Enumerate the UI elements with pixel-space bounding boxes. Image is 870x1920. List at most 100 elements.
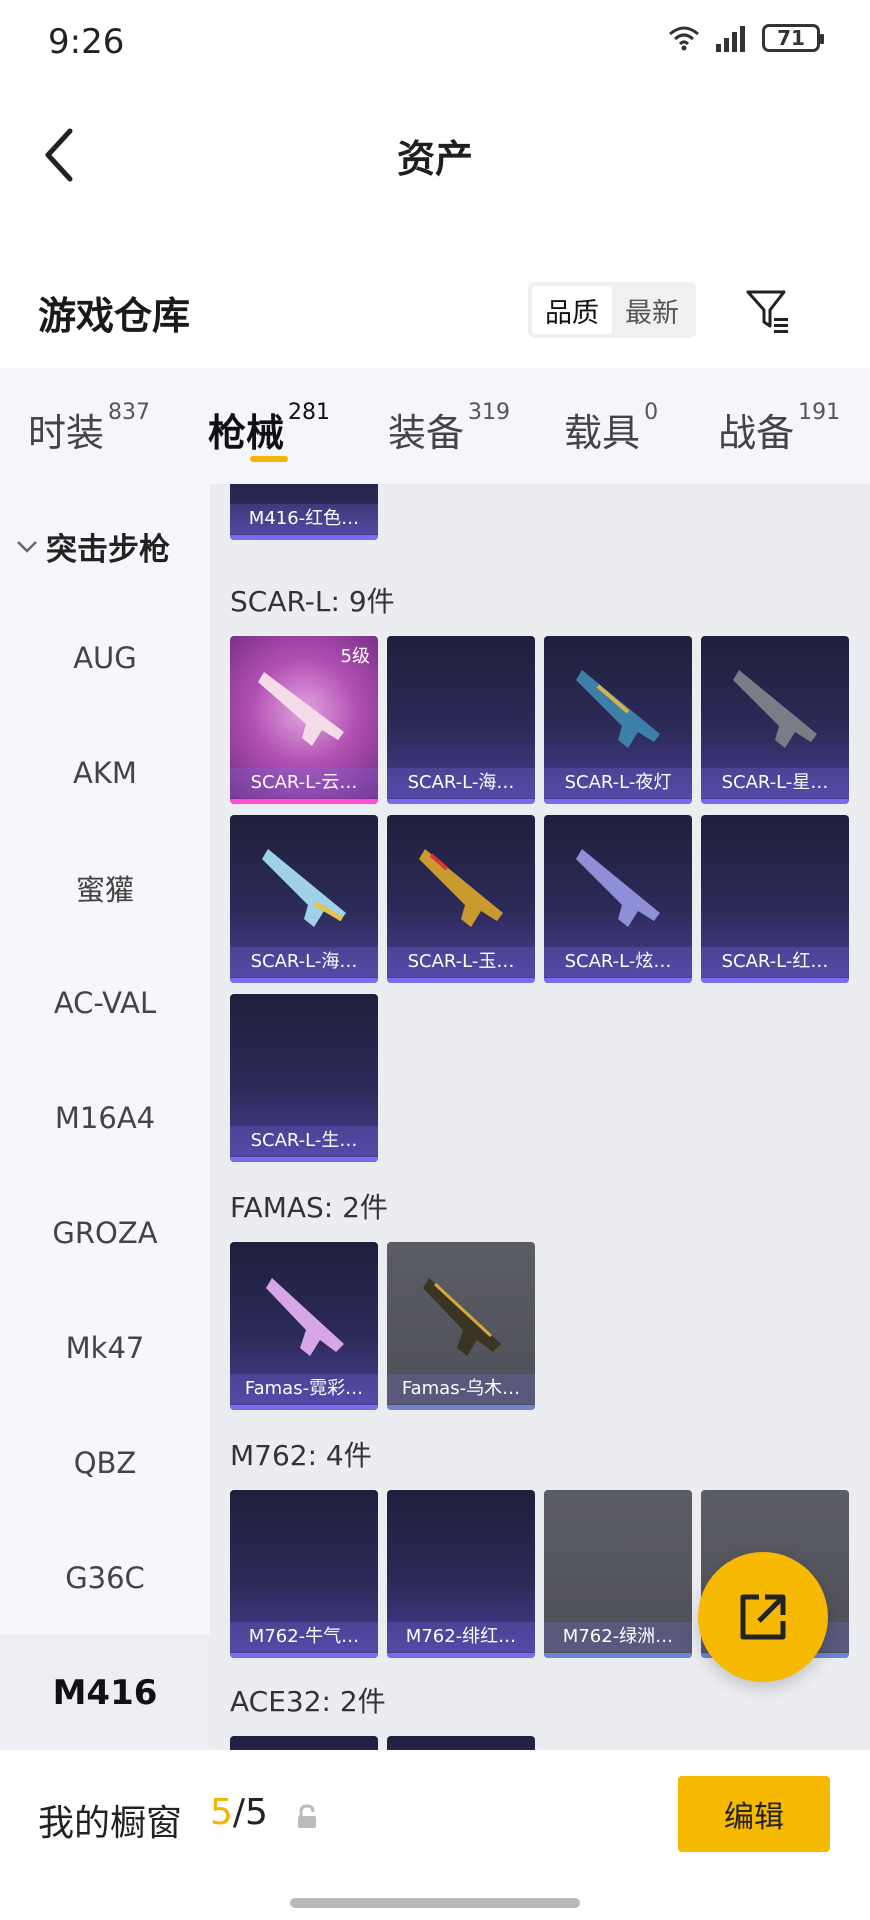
weapon-card-name: M762-绯红… [387, 1622, 535, 1652]
sidebar-item-qbz[interactable]: QBZ [0, 1405, 210, 1520]
weapon-card[interactable]: SCAR-L-玉… [387, 815, 535, 983]
weapon-card[interactable] [230, 1736, 378, 1750]
rifle-icon [576, 849, 660, 927]
tab-equipment[interactable]: 装备 319 [388, 368, 510, 484]
sort-option-latest[interactable]: 最新 [612, 286, 692, 334]
sidebar-item-groza[interactable]: GROZA [0, 1175, 210, 1290]
tab-count: 281 [288, 400, 331, 425]
header: 资产 [0, 100, 870, 210]
weapon-card[interactable]: SCAR-L-星… [701, 636, 849, 804]
tab-supplies[interactable]: 战备 191 [718, 368, 840, 484]
weapon-card-name: SCAR-L-炫… [544, 947, 692, 977]
status-bar: 9:26 71 [0, 0, 870, 90]
sidebar-item-honey-badger[interactable]: 蜜獾 [0, 830, 210, 945]
weapon-card-name: SCAR-L-星… [701, 768, 849, 798]
home-indicator[interactable] [290, 1898, 580, 1908]
sort-option-quality[interactable]: 品质 [532, 286, 612, 334]
weapon-card[interactable]: SCAR-L-生… [230, 994, 378, 1162]
tab-count: 191 [798, 400, 841, 425]
weapon-card-name: M416-红色… [230, 504, 378, 534]
tab-label: 战备 [718, 411, 795, 455]
weapon-card[interactable]: M762-牛气… [230, 1490, 378, 1658]
weapon-card[interactable]: Famas-乌木… [387, 1242, 535, 1410]
page-title: 资产 [396, 137, 473, 181]
category-tabs: 时装 837 枪械 281 装备 319 载具 0 战备 191 [0, 368, 870, 484]
wifi-icon [669, 26, 699, 51]
tab-firearms[interactable]: 枪械 281 [208, 368, 330, 484]
weapon-card-name: SCAR-L-玉… [387, 947, 535, 977]
sidebar-item-mk47[interactable]: Mk47 [0, 1290, 210, 1405]
sidebar-item-aug[interactable]: AUG [0, 600, 210, 715]
tab-fashion[interactable]: 时装 837 [28, 368, 150, 484]
weapon-card-name: Famas-霓彩… [230, 1374, 378, 1404]
group-title-famas: FAMAS: 2件 [230, 1191, 388, 1224]
weapon-card[interactable]: SCAR-L-海… [230, 815, 378, 983]
rifle-icon [266, 1278, 344, 1356]
tab-label: 时装 [28, 411, 105, 455]
sidebar-group-label: 突击步枪 [46, 532, 170, 568]
showcase-count-max: 5 [245, 1792, 268, 1833]
group-title-m762: M762: 4件 [230, 1439, 372, 1472]
sidebar-item-g36c[interactable]: G36C [0, 1520, 210, 1635]
rifle-icon [419, 849, 503, 927]
weapon-sidebar: 突击步枪 AUG AKM 蜜獾 AC-VAL M16A4 GROZA Mk47 … [0, 484, 210, 1750]
section-title: 游戏仓库 [38, 294, 191, 338]
weapon-card[interactable]: SCAR-L-炫… [544, 815, 692, 983]
sidebar-item-akm[interactable]: AKM [0, 715, 210, 830]
sidebar-item-m16a4[interactable]: M16A4 [0, 1060, 210, 1175]
edit-button[interactable]: 编辑 [678, 1776, 830, 1852]
tab-count: 319 [468, 400, 511, 425]
sort-toggle: 品质 最新 [528, 282, 696, 338]
filter-icon [746, 290, 788, 333]
tab-active-indicator [250, 456, 289, 462]
showcase-label: 我的橱窗 [38, 1803, 183, 1844]
weapon-card-name: M762-牛气… [230, 1622, 378, 1652]
rifle-icon [576, 670, 660, 748]
signal-icon [716, 26, 745, 52]
share-icon [740, 1594, 786, 1640]
sidebar-item-ac-val[interactable]: AC-VAL [0, 945, 210, 1060]
weapon-card[interactable]: M416-红色… [230, 484, 378, 540]
weapon-card-name: SCAR-L-夜灯 [544, 768, 692, 798]
weapon-card[interactable]: SCAR-L-海… [387, 636, 535, 804]
filter-button[interactable] [740, 282, 796, 338]
sidebar-item-m416[interactable]: M416 [0, 1635, 210, 1750]
showcase-count-separator: / [232, 1792, 246, 1833]
showcase-count-current: 5 [210, 1792, 233, 1833]
rifle-icon [423, 1278, 501, 1356]
battery-indicator: 71 [762, 24, 824, 52]
rifle-icon [258, 672, 344, 746]
showcase-count: 5/5 [210, 1792, 268, 1833]
weapon-card-name: SCAR-L-海… [230, 947, 378, 977]
weapon-card[interactable]: Famas-霓彩… [230, 1242, 378, 1410]
tab-vehicles[interactable]: 载具 0 [564, 368, 658, 484]
chevron-down-icon [17, 540, 37, 553]
weapon-card-name: SCAR-L-生… [230, 1126, 378, 1156]
tab-label: 枪械 [208, 411, 285, 455]
sidebar-group-assault-rifles[interactable]: 突击步枪 [16, 524, 170, 569]
weapon-card-name: SCAR-L-云… [230, 768, 378, 798]
weapon-card-name: M762-绿洲… [544, 1622, 692, 1652]
weapon-card-name: SCAR-L-海… [387, 768, 535, 798]
tab-label: 载具 [564, 411, 641, 455]
status-time: 9:26 [48, 22, 125, 62]
tab-label: 装备 [388, 411, 465, 455]
weapon-card[interactable] [387, 1736, 535, 1750]
group-title-ace32: ACE32: 2件 [230, 1685, 386, 1718]
weapon-card[interactable]: SCAR-L-夜灯 [544, 636, 692, 804]
tab-count: 0 [644, 400, 659, 425]
lock-icon [298, 1804, 316, 1828]
status-icons: 71 [666, 24, 824, 52]
weapon-card-name: Famas-乌木… [387, 1374, 535, 1404]
weapon-card[interactable]: M762-绯红… [387, 1490, 535, 1658]
weapon-card[interactable]: SCAR-L-红… [701, 815, 849, 983]
share-fab[interactable] [698, 1552, 828, 1682]
weapon-card[interactable]: 5级 SCAR-L-云… [230, 636, 378, 804]
weapon-card-name: SCAR-L-红… [701, 947, 849, 977]
group-title-scar-l: SCAR-L: 9件 [230, 585, 395, 618]
rifle-icon [733, 670, 817, 748]
weapon-card[interactable]: M762-绿洲… [544, 1490, 692, 1658]
bottom-bar: 我的橱窗 5/5 编辑 [0, 1750, 870, 1920]
rifle-icon [262, 849, 346, 927]
tab-count: 837 [108, 400, 151, 425]
